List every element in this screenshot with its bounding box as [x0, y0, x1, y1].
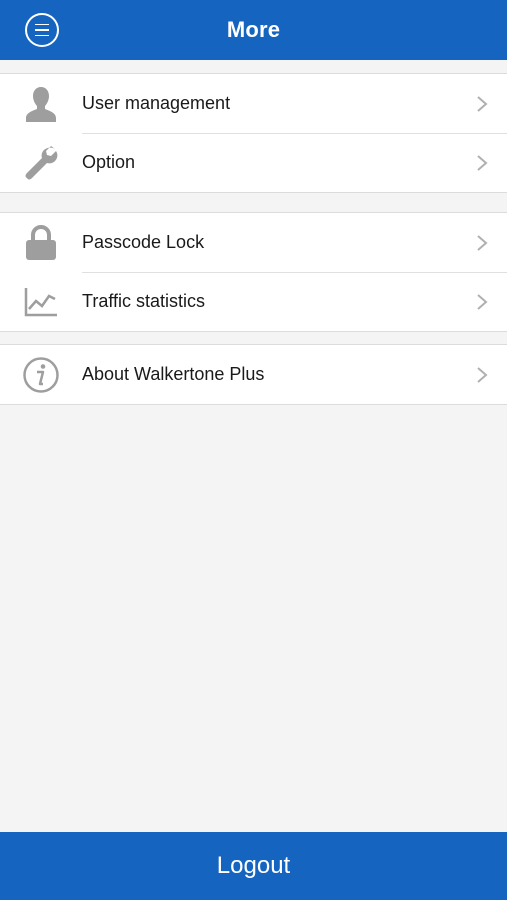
menu-item-traffic-statistics[interactable]: Traffic statistics — [0, 272, 507, 331]
logout-button[interactable]: Logout — [0, 832, 507, 900]
wrench-icon — [20, 142, 62, 184]
user-icon — [20, 83, 62, 125]
settings-group-account: User management Option — [0, 73, 507, 193]
header-bar: More — [0, 0, 507, 60]
chart-line-icon — [20, 281, 62, 323]
logout-label: Logout — [216, 852, 291, 879]
menu-item-label: User management — [82, 93, 231, 113]
info-icon — [20, 354, 62, 396]
menu-item-option[interactable]: Option — [0, 133, 507, 192]
chevron-right-icon — [477, 95, 488, 112]
menu-item-passcode-lock[interactable]: Passcode Lock — [0, 213, 507, 272]
chevron-right-icon — [477, 366, 488, 383]
menu-item-user-management[interactable]: User management — [0, 74, 507, 133]
chevron-right-icon — [477, 293, 488, 310]
menu-item-label: Option — [82, 152, 136, 172]
menu-item-about[interactable]: About Walkertone Plus — [0, 345, 507, 404]
menu-item-label: Traffic statistics — [82, 291, 206, 311]
menu-circle-icon[interactable] — [25, 13, 59, 47]
settings-group-security: Passcode Lock Traffic statistics — [0, 212, 507, 332]
lock-icon — [20, 222, 62, 264]
menu-item-label: About Walkertone Plus — [82, 364, 265, 384]
page-title: More — [226, 17, 281, 42]
chevron-right-icon — [477, 234, 488, 251]
settings-group-about: About Walkertone Plus — [0, 344, 507, 405]
chevron-right-icon — [477, 154, 488, 171]
menu-item-label: Passcode Lock — [82, 232, 205, 252]
